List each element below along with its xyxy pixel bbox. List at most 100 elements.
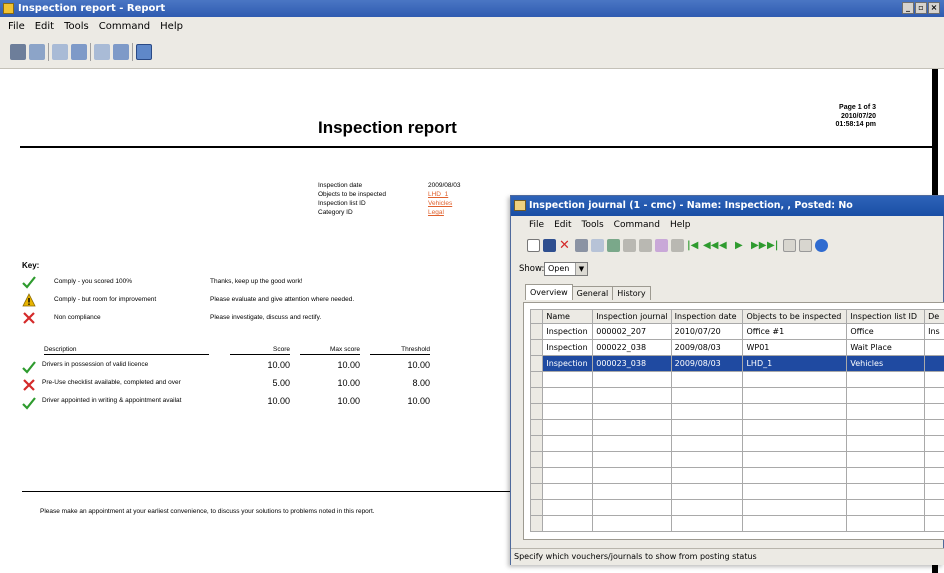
empty-cell[interactable]	[670, 451, 744, 468]
empty-table-row[interactable]	[529, 483, 944, 500]
table-row[interactable]: Inspection 000002_207 2010/07/20 Office …	[529, 323, 944, 340]
previous-page-icon[interactable]	[71, 44, 87, 60]
first-page-icon[interactable]	[52, 44, 68, 60]
empty-table-row[interactable]	[529, 419, 944, 436]
row-selector[interactable]	[529, 323, 544, 340]
empty-cell[interactable]	[846, 387, 926, 404]
empty-cell[interactable]	[924, 419, 944, 436]
empty-cell[interactable]	[742, 403, 848, 420]
empty-table-row[interactable]	[529, 515, 944, 532]
cell-inspection-list[interactable]: Office	[846, 323, 926, 340]
cell-name[interactable]: Inspection	[542, 355, 594, 372]
row-selector[interactable]	[529, 451, 544, 468]
empty-cell[interactable]	[924, 515, 944, 532]
empty-cell[interactable]	[592, 387, 672, 404]
row-selector[interactable]	[529, 483, 544, 500]
column-header-inspection-journal[interactable]: Inspection journal	[592, 309, 672, 324]
show-dropdown[interactable]: Open ▼	[544, 262, 588, 276]
alert-icon[interactable]	[799, 238, 812, 252]
cell-inspection-journal[interactable]: 000022_038	[592, 339, 672, 356]
empty-cell[interactable]	[592, 419, 672, 436]
journal-menu-help[interactable]: Help	[670, 220, 691, 234]
dropdown-arrow-icon[interactable]: ▼	[575, 263, 587, 275]
empty-cell[interactable]	[592, 499, 672, 516]
empty-cell[interactable]	[670, 435, 744, 452]
empty-cell[interactable]	[592, 403, 672, 420]
row-selector[interactable]	[529, 435, 544, 452]
journal-menu-tools[interactable]: Tools	[582, 220, 604, 234]
journal-titlebar[interactable]: Inspection journal (1 - cmc) - Name: Ins…	[511, 196, 944, 216]
minimize-icon[interactable]: _	[902, 2, 914, 14]
empty-table-row[interactable]	[529, 467, 944, 484]
table-row-selected[interactable]: Inspection 000023_038 2009/08/03 LHD_1 V…	[529, 355, 944, 372]
menu-command[interactable]: Command	[99, 21, 150, 35]
print-icon[interactable]	[575, 238, 588, 252]
cell-objects[interactable]: LHD_1	[742, 355, 848, 372]
row-selector[interactable]	[529, 371, 544, 388]
cell-inspection-list[interactable]: Vehicles	[846, 355, 926, 372]
empty-cell[interactable]	[742, 467, 848, 484]
empty-cell[interactable]	[846, 467, 926, 484]
remove-filter-icon[interactable]	[671, 238, 684, 252]
menu-tools[interactable]: Tools	[64, 21, 89, 35]
empty-cell[interactable]	[542, 515, 594, 532]
empty-cell[interactable]	[742, 499, 848, 516]
empty-cell[interactable]	[924, 451, 944, 468]
journal-menu-edit[interactable]: Edit	[554, 220, 571, 234]
next-record-icon[interactable]: ▶	[735, 239, 748, 252]
empty-cell[interactable]	[592, 515, 672, 532]
empty-cell[interactable]	[670, 387, 744, 404]
row-selector[interactable]	[529, 355, 544, 372]
empty-cell[interactable]	[924, 371, 944, 388]
save-icon[interactable]	[543, 238, 556, 252]
filter-by-selection-icon[interactable]	[639, 238, 652, 252]
tab-overview[interactable]: Overview	[525, 284, 573, 300]
empty-cell[interactable]	[846, 451, 926, 468]
document-handling-icon[interactable]	[783, 238, 796, 252]
restore-icon[interactable]: ▫	[915, 2, 927, 14]
empty-table-row[interactable]	[529, 435, 944, 452]
empty-cell[interactable]	[742, 419, 848, 436]
cell-description[interactable]	[924, 339, 944, 356]
advanced-filter-icon[interactable]	[655, 238, 668, 252]
cell-description[interactable]: Ins	[924, 323, 944, 340]
empty-cell[interactable]	[742, 451, 848, 468]
cell-inspection-date[interactable]: 2009/08/03	[670, 355, 744, 372]
empty-cell[interactable]	[670, 515, 744, 532]
previous-record-icon[interactable]: ◀	[719, 239, 732, 252]
close-icon[interactable]: ×	[928, 2, 940, 14]
row-selector[interactable]	[529, 339, 544, 356]
previous-page-icon[interactable]: ◀◀	[703, 239, 718, 252]
print-preview-icon[interactable]	[591, 238, 604, 252]
cell-objects[interactable]: Office #1	[742, 323, 848, 340]
print-setup-icon[interactable]	[29, 44, 45, 60]
column-header-inspection-list[interactable]: Inspection list ID	[846, 309, 926, 324]
empty-cell[interactable]	[542, 451, 594, 468]
empty-cell[interactable]	[846, 435, 926, 452]
empty-cell[interactable]	[592, 451, 672, 468]
menu-help[interactable]: Help	[160, 21, 183, 35]
table-row[interactable]: Inspection 000022_038 2009/08/03 WP01 Wa…	[529, 339, 944, 356]
journal-menu-command[interactable]: Command	[614, 220, 660, 234]
empty-cell[interactable]	[846, 499, 926, 516]
zoom-icon[interactable]	[136, 44, 152, 60]
empty-cell[interactable]	[592, 435, 672, 452]
last-page-icon[interactable]	[113, 44, 129, 60]
menu-edit[interactable]: Edit	[35, 21, 54, 35]
empty-cell[interactable]	[742, 387, 848, 404]
column-header-description[interactable]: De	[924, 309, 944, 324]
empty-cell[interactable]	[924, 387, 944, 404]
empty-table-row[interactable]	[529, 371, 944, 388]
last-record-icon[interactable]: ▶|	[767, 239, 780, 252]
print-icon[interactable]	[10, 44, 26, 60]
tab-history[interactable]: History	[612, 286, 651, 300]
cell-objects[interactable]: WP01	[742, 339, 848, 356]
help-icon[interactable]	[815, 238, 828, 252]
next-page-icon[interactable]	[94, 44, 110, 60]
cell-name[interactable]: Inspection	[542, 339, 594, 356]
row-selector[interactable]	[529, 515, 544, 532]
filter-icon[interactable]	[623, 238, 636, 252]
empty-cell[interactable]	[924, 499, 944, 516]
empty-cell[interactable]	[542, 467, 594, 484]
cell-inspection-journal[interactable]: 000002_207	[592, 323, 672, 340]
